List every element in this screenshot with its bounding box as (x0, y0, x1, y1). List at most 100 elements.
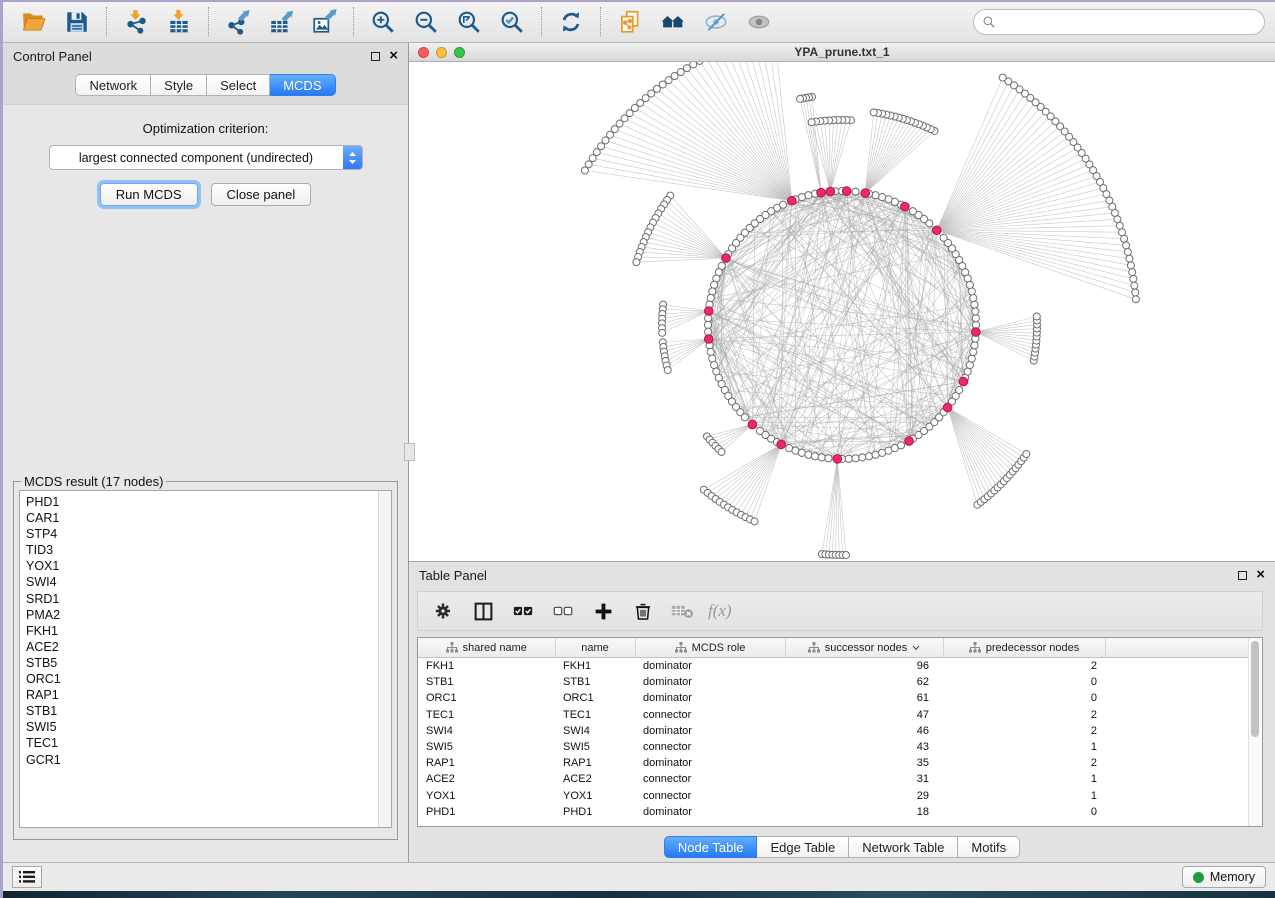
tab-select[interactable]: Select (207, 74, 270, 96)
mcds-node[interactable] (826, 187, 835, 196)
mcds-result-list[interactable]: PHD1CAR1STP4TID3YOX1SWI4SRD1PMA2FKH1ACE2… (19, 490, 392, 828)
table-cell[interactable]: PHD1 (555, 804, 635, 820)
mcds-node[interactable] (943, 403, 952, 412)
float-panel-icon[interactable] (371, 52, 380, 61)
mcds-result-item[interactable]: TID3 (26, 542, 377, 558)
create-column-button[interactable] (588, 596, 618, 626)
zoom-fit-button[interactable] (448, 5, 490, 39)
float-table-panel-icon[interactable] (1238, 571, 1247, 580)
table-cell[interactable]: dominator (635, 690, 785, 706)
column-header-predecessor-nodes[interactable]: predecessor nodes (943, 638, 1105, 658)
table-cell[interactable]: SWI5 (418, 739, 555, 755)
table-cell[interactable]: 1 (943, 788, 1105, 804)
table-cell[interactable]: STB1 (418, 674, 555, 690)
mcds-node[interactable] (788, 196, 797, 205)
table-cell[interactable]: dominator (635, 674, 785, 690)
mcds-result-item[interactable]: FKH1 (26, 623, 377, 639)
mcds-node[interactable] (722, 254, 731, 263)
table-cell[interactable]: 18 (785, 804, 943, 820)
mcds-node[interactable] (932, 226, 941, 235)
table-cell[interactable]: dominator (635, 723, 785, 739)
run-mcds-button[interactable]: Run MCDS (100, 183, 198, 206)
table-cell[interactable]: dominator (635, 658, 785, 675)
save-session-button[interactable] (56, 5, 98, 39)
zoom-selected-button[interactable] (491, 5, 533, 39)
table-cell[interactable]: 1 (943, 771, 1105, 787)
mcds-node[interactable] (704, 307, 713, 316)
table-cell[interactable]: SWI4 (418, 723, 555, 739)
table-cell[interactable]: connector (635, 788, 785, 804)
export-image-button[interactable] (303, 5, 345, 39)
zoom-in-button[interactable] (362, 5, 404, 39)
close-table-panel-icon[interactable]: × (1256, 569, 1265, 581)
close-panel-button[interactable]: Close panel (211, 183, 312, 206)
mcds-result-item[interactable]: RAP1 (26, 687, 377, 703)
table-cell[interactable]: RAP1 (555, 755, 635, 771)
mcds-result-item[interactable]: STP4 (26, 526, 377, 542)
mcds-result-item[interactable]: YOX1 (26, 558, 377, 574)
table-cell[interactable]: ORC1 (418, 690, 555, 706)
table-scrollbar-thumb[interactable] (1251, 641, 1259, 737)
table-cell[interactable]: 29 (785, 788, 943, 804)
open-file-button[interactable] (13, 5, 55, 39)
table-cell[interactable]: YOX1 (418, 788, 555, 804)
network-canvas[interactable] (409, 62, 1275, 561)
table-cell[interactable]: 2 (943, 755, 1105, 771)
column-header-successor-nodes[interactable]: successor nodes (785, 638, 943, 658)
table-cell[interactable]: 0 (943, 674, 1105, 690)
table-cell[interactable]: ACE2 (418, 771, 555, 787)
table-cell[interactable]: PHD1 (418, 804, 555, 820)
mcds-node[interactable] (817, 188, 826, 197)
column-header-shared-name[interactable]: shared name (418, 638, 555, 658)
table-cell[interactable]: 0 (943, 690, 1105, 706)
show-task-history-button[interactable] (12, 866, 42, 888)
mcds-result-item[interactable]: STB5 (26, 655, 377, 671)
column-header-name[interactable]: name (555, 638, 635, 658)
table-settings-button[interactable] (428, 596, 458, 626)
window-close-icon[interactable] (418, 47, 429, 58)
table-cell[interactable]: TEC1 (418, 707, 555, 723)
memory-button[interactable]: Memory (1182, 866, 1266, 888)
table-cell[interactable]: ORC1 (555, 690, 635, 706)
mcds-result-item[interactable]: PMA2 (26, 607, 377, 623)
table-row[interactable]: ORC1ORC1dominator610 (418, 690, 1249, 706)
table-cell[interactable]: 62 (785, 674, 943, 690)
table-row[interactable]: RAP1RAP1dominator352 (418, 755, 1249, 771)
tab-network[interactable]: Network (75, 74, 151, 96)
table-cell[interactable]: connector (635, 739, 785, 755)
export-network-button[interactable] (217, 5, 259, 39)
window-zoom-icon[interactable] (454, 47, 465, 58)
show-all-button[interactable] (738, 5, 780, 39)
select-all-columns-button[interactable] (508, 596, 538, 626)
split-pane-handle[interactable] (404, 443, 415, 461)
first-neighbors-button[interactable] (652, 5, 694, 39)
tab-motifs[interactable]: Motifs (958, 836, 1020, 858)
refresh-button[interactable] (550, 5, 592, 39)
table-cell[interactable]: 0 (943, 804, 1105, 820)
import-network-button[interactable] (115, 5, 157, 39)
tab-mcds[interactable]: MCDS (270, 74, 335, 96)
table-cell[interactable]: FKH1 (555, 658, 635, 675)
table-cell[interactable]: 61 (785, 690, 943, 706)
tab-node-table[interactable]: Node Table (664, 836, 758, 858)
table-cell[interactable]: 47 (785, 707, 943, 723)
function-builder-icon[interactable]: f(x) (708, 601, 732, 621)
unselect-all-columns-button[interactable] (548, 596, 578, 626)
table-cell[interactable]: dominator (635, 755, 785, 771)
table-row[interactable]: PHD1PHD1dominator180 (418, 804, 1249, 820)
column-header-MCDS-role[interactable]: MCDS role (635, 638, 785, 658)
table-cell[interactable]: FKH1 (418, 658, 555, 675)
table-row[interactable]: ACE2ACE2connector311 (418, 771, 1249, 787)
mcds-result-item[interactable]: SWI4 (26, 574, 377, 590)
table-cell[interactable]: 1 (943, 739, 1105, 755)
table-cell[interactable]: RAP1 (418, 755, 555, 771)
mcds-node[interactable] (861, 189, 870, 198)
table-cell[interactable]: 43 (785, 739, 943, 755)
table-cell[interactable]: SWI5 (555, 739, 635, 755)
table-row[interactable]: SWI4SWI4dominator462 (418, 723, 1249, 739)
mcds-result-item[interactable]: TEC1 (26, 735, 377, 751)
table-cell[interactable]: SWI4 (555, 723, 635, 739)
table-row[interactable]: SWI5SWI5connector431 (418, 739, 1249, 755)
mcds-result-item[interactable]: PHD1 (26, 494, 377, 510)
table-row[interactable]: STB1STB1dominator620 (418, 674, 1249, 690)
